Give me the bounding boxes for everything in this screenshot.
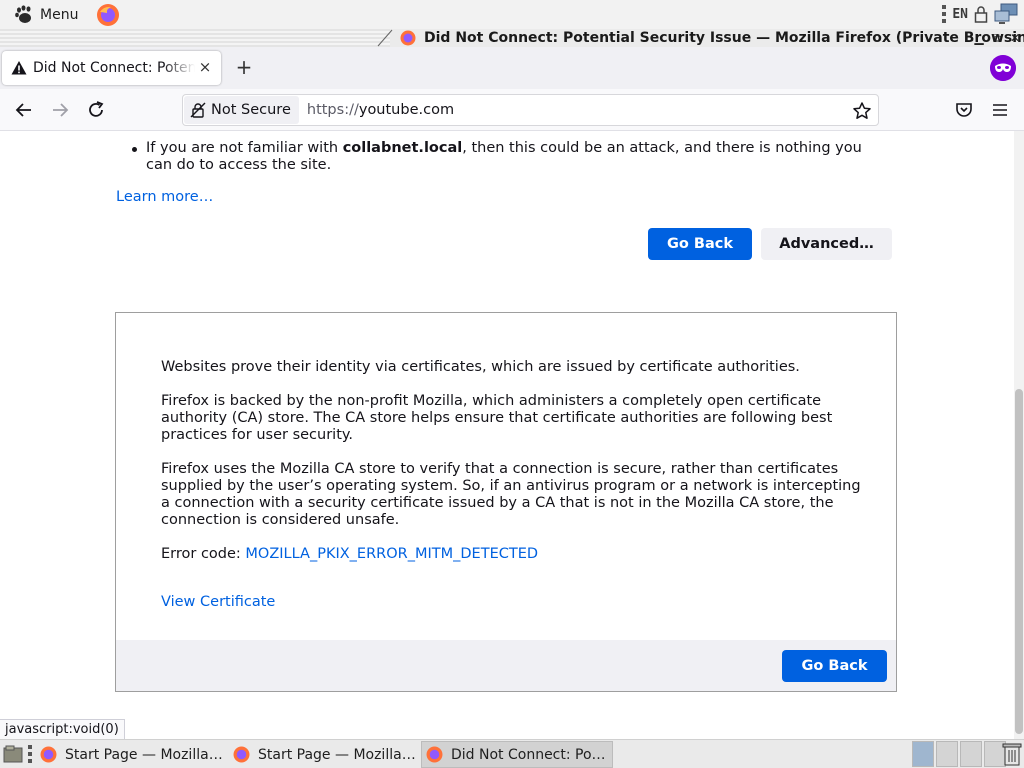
taskbar: Start Page — Mozilla Firefox Start Page … xyxy=(0,739,1024,768)
link-status-tooltip: javascript:void(0) xyxy=(0,719,125,741)
minimize-button[interactable]: ▁ xyxy=(972,31,986,45)
advanced-info-text: Websites prove their identity via certif… xyxy=(161,359,861,580)
bullet-dot xyxy=(132,147,137,152)
system-tray: EN xyxy=(942,3,1018,25)
taskbar-handle xyxy=(28,745,32,763)
private-browsing-icon xyxy=(990,55,1016,81)
firefox-task-icon xyxy=(426,746,443,763)
close-tab-icon[interactable]: × xyxy=(197,59,213,75)
view-certificate-link[interactable]: View Certificate xyxy=(161,594,275,610)
not-secure-indicator[interactable]: Not Secure xyxy=(184,96,299,124)
title-bar-divider xyxy=(377,29,393,47)
new-tab-button[interactable]: + xyxy=(234,57,254,77)
url-host: youtube.com xyxy=(358,102,455,118)
back-arrow-icon[interactable] xyxy=(12,98,36,122)
show-desktop-icon[interactable] xyxy=(3,745,23,763)
workspace-2[interactable] xyxy=(936,741,958,767)
advanced-panel-footer: Go Back xyxy=(116,640,896,691)
scrollbar-thumb[interactable] xyxy=(1015,389,1023,734)
keyboard-layout-indicator[interactable]: EN xyxy=(952,7,968,22)
navigation-toolbar: Not Secure https://youtube.com xyxy=(0,89,1024,131)
desktop-top-panel: Menu EN xyxy=(0,0,1024,29)
network-icon[interactable] xyxy=(994,3,1018,25)
learn-more-link[interactable]: Learn more… xyxy=(116,189,213,205)
url-bar[interactable]: Not Secure https://youtube.com xyxy=(182,94,879,126)
taskbar-item-label: Start Page — Mozilla Firefox xyxy=(65,746,223,763)
insecure-lock-icon xyxy=(190,102,206,118)
firefox-window-icon xyxy=(400,30,416,46)
error-code-line: Error code: MOZILLA_PKIX_ERROR_MITM_DETE… xyxy=(161,546,539,562)
page-content: If you are not familiar with collabnet.l… xyxy=(0,131,1014,739)
workspace-switcher xyxy=(912,741,1006,767)
bullet-text: If you are not familiar with collabnet.l… xyxy=(146,140,862,173)
taskbar-item-label: Start Page — Mozilla Firefox xyxy=(258,746,416,763)
go-back-button-bottom[interactable]: Go Back xyxy=(782,650,887,682)
error-code-link[interactable]: MOZILLA_PKIX_ERROR_MITM_DETECTED xyxy=(245,546,538,562)
bullet-host: collabnet.local xyxy=(342,140,463,156)
reload-icon[interactable] xyxy=(84,98,108,122)
firefox-launcher-icon[interactable] xyxy=(96,3,120,27)
certificate-paragraph-2: Firefox is backed by the non-profit Mozi… xyxy=(161,393,833,443)
page-scrollbar[interactable] xyxy=(1014,131,1024,739)
tab-strip: Did Not Connect: Potential Security Issu… xyxy=(0,47,1024,89)
applications-menu-button[interactable]: Menu xyxy=(10,3,82,27)
warning-icon xyxy=(11,61,27,75)
warning-bullet: If you are not familiar with collabnet.l… xyxy=(132,140,892,174)
advanced-info-panel: Websites prove their identity via certif… xyxy=(115,312,897,692)
hamburger-menu-icon[interactable] xyxy=(988,98,1012,122)
go-back-button[interactable]: Go Back xyxy=(648,228,752,260)
bookmark-star-icon[interactable] xyxy=(852,101,872,121)
lock-icon[interactable] xyxy=(974,5,988,23)
workspace-1[interactable] xyxy=(912,741,934,767)
taskbar-item-start-page-2[interactable]: Start Page — Mozilla Firefox xyxy=(229,741,417,768)
firefox-task-icon xyxy=(233,746,250,763)
taskbar-item-did-not-connect[interactable]: Did Not Connect: Potential Security Issu… xyxy=(421,741,613,768)
forward-arrow-icon[interactable] xyxy=(48,98,72,122)
tab-label: Did Not Connect: Potential Security Issu… xyxy=(33,60,195,76)
window-title-bar[interactable]: Did Not Connect: Potential Security Issu… xyxy=(0,29,1024,47)
title-bar-grip xyxy=(0,29,390,47)
maximize-button[interactable]: ⧉ xyxy=(990,31,1004,45)
taskbar-item-label: Did Not Connect: Potential Security Issu… xyxy=(451,746,609,763)
gnome-foot-icon xyxy=(15,4,31,23)
window-title: Did Not Connect: Potential Security Issu… xyxy=(424,30,1024,46)
url-text[interactable]: https://youtube.com xyxy=(307,102,454,118)
certificate-paragraph-3: Firefox uses the Mozilla CA store to ver… xyxy=(161,461,861,528)
workspace-3[interactable] xyxy=(960,741,982,767)
taskbar-item-start-page-1[interactable]: Start Page — Mozilla Firefox xyxy=(36,741,224,768)
certificate-paragraph-1: Websites prove their identity via certif… xyxy=(161,359,800,375)
tray-handle xyxy=(942,5,947,23)
firefox-task-icon xyxy=(40,746,57,763)
pocket-icon[interactable] xyxy=(952,98,976,122)
tab-did-not-connect[interactable]: Did Not Connect: Potential Security Issu… xyxy=(2,51,221,85)
advanced-button[interactable]: Advanced… xyxy=(761,228,892,260)
not-secure-label: Not Secure xyxy=(211,102,291,118)
close-window-button[interactable]: ✕ xyxy=(1008,31,1022,45)
menu-label: Menu xyxy=(40,6,79,23)
trash-icon[interactable] xyxy=(1002,742,1022,766)
url-scheme: https:// xyxy=(306,102,359,118)
